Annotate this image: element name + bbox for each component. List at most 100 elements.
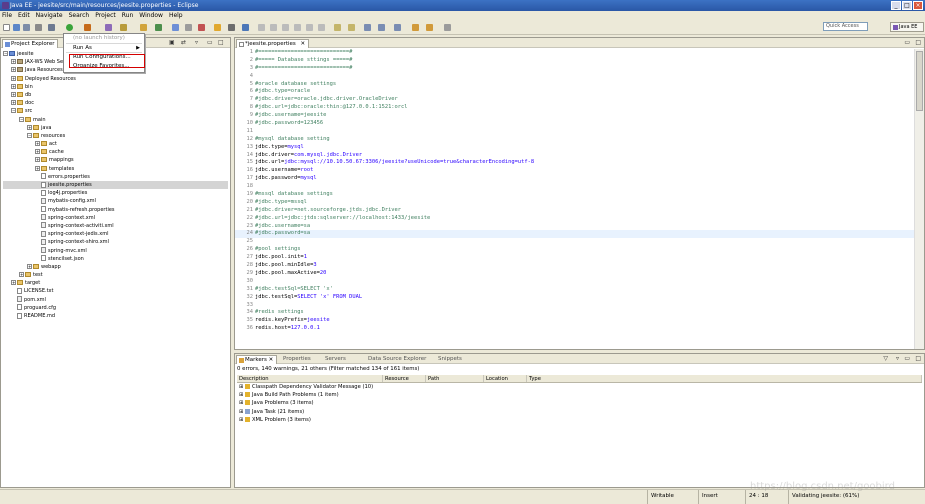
link-editor-icon[interactable]: ⇄ [181,40,186,46]
terminate-icon[interactable] [318,24,325,31]
more-icon[interactable] [444,24,451,31]
code-line[interactable]: 14 jdbc.driver=com.mysql.jdbc.Driver [235,152,914,160]
search-icon[interactable] [185,24,192,31]
tree-item[interactable]: + cache [3,148,228,156]
code-line[interactable]: 11 [235,128,914,136]
quick-access-input[interactable]: Quick Access [823,22,868,31]
tab-markers[interactable]: Markers ✕ [236,355,278,364]
code-line[interactable]: 24 #jdbc.password=sa [235,230,914,239]
tree-item[interactable]: + java [3,124,228,132]
menu-edit[interactable]: Edit [18,11,30,20]
server-icon[interactable] [198,24,205,31]
code-line[interactable]: 4 [235,73,914,81]
view-menu-icon[interactable]: ▿ [896,356,899,362]
maximize-editor-icon[interactable]: □ [915,40,921,46]
expand-toggle-icon[interactable]: − [19,116,24,122]
col-path[interactable]: Path [426,375,484,382]
code-line[interactable]: 5 #oracle database settings [235,81,914,89]
expand-toggle-icon[interactable]: + [35,141,40,147]
new-java-project-icon[interactable] [120,24,127,31]
expand-toggle-icon[interactable]: + [11,100,16,106]
col-location[interactable]: Location [484,375,527,382]
minimize-view-icon[interactable]: ▭ [207,40,213,46]
tab-servers[interactable]: Servers [325,356,346,362]
tree-item[interactable]: + webapp [3,263,228,271]
external-tools-icon[interactable] [105,24,112,31]
build-icon[interactable] [48,24,55,31]
col-type[interactable]: Type [527,375,922,382]
code-editor[interactable]: 1 #============================# 2 #===== D… [235,49,914,349]
tree-item[interactable]: LICENSE.txt [3,287,228,295]
step-over-icon[interactable] [270,24,277,31]
code-line[interactable]: 6 #jdbc.type=oracle [235,88,914,96]
code-line[interactable]: 19 #mssql database settings [235,191,914,199]
menu-window[interactable]: Window [139,11,163,20]
close-tab-icon[interactable]: ✕ [301,41,306,47]
expand-toggle-icon[interactable]: + [19,272,24,278]
tree-item[interactable]: pom.xml [3,296,228,304]
previous-annotation-icon[interactable] [348,24,355,31]
tree-item[interactable]: mybatis-config.xml [3,197,228,205]
tree-item[interactable]: + mappings [3,156,228,164]
tab-properties[interactable]: Properties [283,356,311,362]
expand-toggle-icon[interactable]: + [11,67,16,73]
tree-item[interactable]: + act [3,140,228,148]
code-line[interactable]: 18 [235,183,914,191]
code-line[interactable]: 28 jdbc.pool.minIdle=3 [235,262,914,270]
new-icon[interactable] [3,24,10,31]
annotation-icon[interactable] [214,24,221,31]
tab-jeesite-properties[interactable]: *jeesite.properties ✕ [236,39,310,48]
tree-item[interactable]: + test [3,271,228,279]
minimize-editor-icon[interactable]: ▭ [904,40,910,46]
expand-toggle-icon[interactable]: + [11,280,16,286]
expand-toggle-icon[interactable]: + [11,91,16,97]
next-annotation-icon[interactable] [334,24,341,31]
expand-toggle-icon[interactable]: − [11,108,16,114]
code-line[interactable]: 10 #jdbc.password=123456 [235,120,914,128]
marker-category-row[interactable]: ⊞ Java Problems (3 items) [237,399,922,407]
code-line[interactable]: 34 #redis settings [235,309,914,317]
expand-toggle-icon[interactable]: + [35,157,40,163]
code-line[interactable]: 29 jdbc.pool.maxActive=20 [235,270,914,278]
code-line[interactable]: 3 #============================# [235,65,914,73]
toggle-breadcrumb-icon[interactable] [228,24,235,31]
code-line[interactable]: 23 #jdbc.username=sa [235,223,914,231]
expand-toggle-icon[interactable]: + [11,83,16,89]
new-class-icon[interactable] [155,24,162,31]
save-all-icon[interactable] [23,24,30,31]
tree-item[interactable]: − main [3,116,228,124]
menu-file[interactable]: File [2,11,12,20]
tree-item[interactable]: proguard.cfg [3,304,228,312]
code-line[interactable]: 36 redis.host=127.0.0.1 [235,325,914,333]
marker-category-row[interactable]: ⊞ XML Problem (3 items) [237,416,922,424]
menu-project[interactable]: Project [95,11,116,20]
resume-icon[interactable] [294,24,301,31]
menu-search[interactable]: Search [69,11,90,20]
tree-item[interactable]: spring-context-activiti.xml [3,222,228,230]
code-line[interactable]: 32 jdbc.testSql=SELECT 'x' FROM DUAL [235,294,914,302]
code-line[interactable]: 35 redis.keyPrefix=jeesite [235,317,914,325]
tree-item[interactable]: + db [3,91,228,99]
tree-item[interactable]: errors.properties [3,173,228,181]
maximize-view-icon[interactable]: □ [218,40,224,46]
tree-item[interactable]: spring-context.xml [3,214,228,222]
open-type-icon[interactable] [172,24,179,31]
step-return-icon[interactable] [282,24,289,31]
menu-item-run-as[interactable]: Run As ▶ [64,44,144,53]
code-line[interactable]: 22 #jdbc.url=jdbc:jtds:sqlserver://localh… [235,215,914,223]
expand-toggle-icon[interactable]: + [35,149,40,155]
forward-icon[interactable] [394,24,401,31]
step-into-icon[interactable] [258,24,265,31]
close-button[interactable]: × [913,1,923,10]
debug-icon[interactable] [84,24,91,31]
marker-category-row[interactable]: ⊞ Java Task (21 items) [237,408,922,416]
code-line[interactable]: 1 #============================# [235,49,914,57]
run-icon[interactable] [66,24,73,31]
code-line[interactable]: 27 jdbc.pool.init=1 [235,254,914,262]
folder-icon[interactable] [426,24,433,31]
code-line[interactable]: 8 #jdbc.url=jdbc:oracle:thin:@127.0.0.1:1… [235,104,914,112]
code-line[interactable]: 17 jdbc.password=mysql [235,175,914,183]
save-icon[interactable] [13,24,20,31]
expand-toggle-icon[interactable]: + [11,59,16,65]
suspend-icon[interactable] [306,24,313,31]
